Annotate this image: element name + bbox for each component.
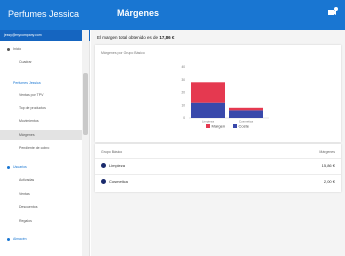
total-margin-summary: El margen total obtenido es de 17,86 €	[97, 35, 174, 40]
sidebar-item-almacen[interactable]: Almacén	[0, 234, 82, 244]
sidebar-item-cuadrar[interactable]: Cuadrar	[0, 57, 82, 67]
sidebar-item-label: Regalos	[19, 219, 32, 223]
table-row[interactable]: Cosmetica 2,00 €	[95, 174, 341, 187]
y-tick-label: 30	[181, 78, 185, 82]
sidebar-scroll-thumb[interactable]	[83, 73, 88, 135]
legend-label-margen: Margen	[212, 123, 226, 128]
y-tick-label: 10	[181, 103, 185, 107]
margin-chart-card: Márgenes por Grupo Básico 0 10 20 30 40 Limpi…	[95, 45, 341, 142]
legend-swatch-margen	[206, 124, 210, 128]
sidebar-item-top-de-productos[interactable]: Top de productos	[0, 103, 82, 113]
sidebar-item-label: Perfumes Jessica	[13, 81, 41, 85]
legend-label-coste: Coste	[239, 123, 250, 128]
row-group-name: Cosmetica	[109, 179, 128, 184]
group-bullet-icon	[101, 179, 106, 184]
sidebar-item-label: Inicio	[13, 47, 22, 51]
sidebar-item-label: Ventas por TPV	[19, 93, 44, 97]
row-margin-value: 15,86 €	[321, 163, 335, 168]
main-content: El margen total obtenido es de 17,86 € M…	[91, 30, 345, 256]
notifications-icon[interactable]	[325, 6, 339, 20]
group-bullet-icon	[101, 163, 106, 168]
sidebar-item-activadas[interactable]: Activadas	[0, 175, 82, 185]
sidebar-item-label: Usuarios	[13, 165, 27, 169]
total-margin-prefix: El margen total obtenido es de	[97, 35, 159, 40]
top-app-bar: Perfumes Jessica Márgenes	[0, 0, 345, 30]
sidebar-item-label: Cuadrar	[19, 60, 32, 64]
sidebar-item-label: Top de productos	[19, 106, 46, 110]
table-header-margin: Márgenes	[319, 150, 335, 154]
group-dot-icon	[7, 238, 10, 241]
sidebar-item-descuentos[interactable]: Descuentos	[0, 202, 82, 212]
group-dot-icon	[7, 166, 10, 169]
y-tick-label: 40	[181, 65, 185, 69]
bar-cosmetica-margen	[229, 107, 263, 111]
user-email-text: jessy@mycompany.com	[4, 33, 42, 37]
sidebar-item-label: Pendiente de cobro	[19, 146, 50, 150]
group-dot-icon	[7, 48, 10, 51]
y-tick-label: 20	[181, 91, 185, 95]
sidebar-item-ventas-por-tpv[interactable]: Ventas por TPV	[0, 90, 82, 100]
sidebar-item-inicio[interactable]: Inicio	[0, 44, 82, 54]
bar-limpieza-coste	[191, 102, 225, 118]
sidebar-item-ventas[interactable]: Ventas	[0, 189, 82, 199]
sidebar-item-label: Movimientos	[19, 119, 39, 123]
bar-limpieza-margen	[191, 82, 225, 103]
sidebar-item-pendiente-de-cobro[interactable]: Pendiente de cobro	[0, 143, 82, 153]
margin-table: Grupo Básico Márgenes Limpieza 15,86 € Cos…	[95, 144, 341, 192]
bar-cosmetica-coste	[229, 110, 263, 118]
sidebar-item-perfumes-jessica[interactable]: Perfumes Jessica	[0, 78, 82, 88]
margin-chart: 010203040Limpieza CosmeticaMargen Coste	[181, 65, 269, 128]
sidebar-item-label: Ventas	[19, 192, 30, 196]
total-margin-value: 17,86 €	[159, 35, 175, 40]
legend-swatch-coste	[233, 124, 237, 128]
sidebar-item-movimientos[interactable]: Movimientos	[0, 116, 82, 126]
brand-title[interactable]: Perfumes Jessica	[8, 9, 79, 19]
y-tick-label: 0	[183, 116, 185, 120]
page-title: Márgenes	[117, 8, 160, 18]
table-row[interactable]: Limpieza 15,86 €	[95, 158, 341, 171]
sidebar-item-margenes[interactable]: Márgenes	[0, 130, 82, 140]
sidebar-item-label: Activadas	[19, 178, 35, 182]
sidebar-item-usuarios[interactable]: Usuarios	[0, 162, 82, 172]
user-email[interactable]: jessy@mycompany.com	[0, 30, 90, 41]
row-margin-value: 2,00 €	[323, 179, 335, 184]
sidebar-item-regalos[interactable]: Regalos	[0, 216, 82, 226]
sidebar-scrollbar[interactable]	[82, 30, 89, 256]
table-header-group: Grupo Básico	[101, 150, 123, 154]
sidebar-item-label: Descuentos	[19, 205, 38, 209]
sidebar-item-label: Márgenes	[19, 133, 35, 137]
sidebar-item-label: Almacén	[13, 237, 27, 241]
row-group-name: Limpieza	[109, 163, 126, 168]
